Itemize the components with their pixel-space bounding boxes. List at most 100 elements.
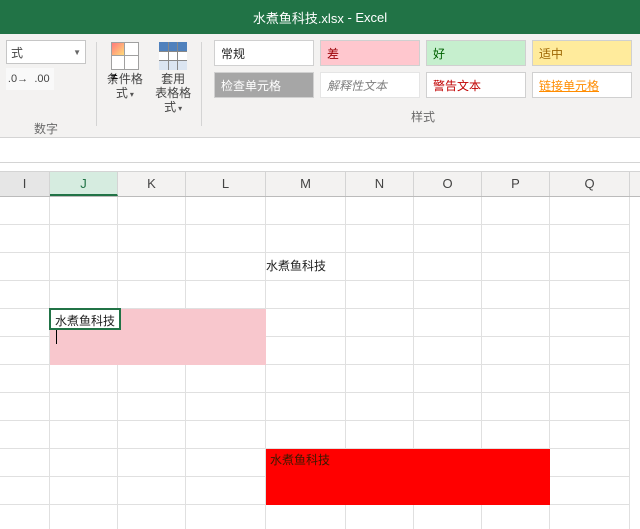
cell[interactable] <box>550 309 630 337</box>
cell[interactable] <box>482 393 550 421</box>
cell[interactable] <box>482 421 550 449</box>
formula-bar[interactable] <box>0 138 640 163</box>
cell[interactable] <box>482 253 550 281</box>
cell[interactable] <box>414 197 482 225</box>
cell[interactable] <box>118 281 186 309</box>
cell[interactable] <box>414 393 482 421</box>
cell[interactable] <box>346 197 414 225</box>
cell[interactable] <box>414 309 482 337</box>
number-format-combo[interactable]: 式 ▼ <box>6 40 86 64</box>
cell[interactable] <box>550 281 630 309</box>
cell[interactable] <box>50 421 118 449</box>
cell[interactable] <box>266 393 346 421</box>
cell[interactable] <box>0 421 50 449</box>
style-explanatory[interactable]: 解释性文本 <box>320 72 420 98</box>
cell[interactable] <box>482 281 550 309</box>
cell[interactable] <box>414 281 482 309</box>
cell[interactable] <box>118 477 186 505</box>
cell[interactable] <box>118 225 186 253</box>
style-warning[interactable]: 警告文本 <box>426 72 526 98</box>
cell[interactable] <box>0 477 50 505</box>
col-header-N[interactable]: N <box>346 172 414 196</box>
cell[interactable] <box>346 505 414 529</box>
cell[interactable] <box>0 337 50 365</box>
cell[interactable] <box>186 225 266 253</box>
cell[interactable] <box>186 197 266 225</box>
cell[interactable] <box>346 225 414 253</box>
style-neutral[interactable]: 适中 <box>532 40 632 66</box>
cell[interactable] <box>118 253 186 281</box>
cell[interactable] <box>550 449 630 477</box>
cell[interactable] <box>414 253 482 281</box>
cell[interactable] <box>0 281 50 309</box>
col-header-M[interactable]: M <box>266 172 346 196</box>
cell[interactable] <box>50 197 118 225</box>
cell[interactable] <box>0 225 50 253</box>
col-header-P[interactable]: P <box>482 172 550 196</box>
col-header-L[interactable]: L <box>186 172 266 196</box>
cell[interactable] <box>482 225 550 253</box>
cell[interactable] <box>50 477 118 505</box>
cell[interactable] <box>346 281 414 309</box>
cell[interactable] <box>0 253 50 281</box>
cell[interactable] <box>186 505 266 529</box>
style-normal[interactable]: 常规 <box>214 40 314 66</box>
cell[interactable] <box>550 477 630 505</box>
col-header-I[interactable]: I <box>0 172 50 196</box>
cell[interactable] <box>118 505 186 529</box>
cell[interactable] <box>0 365 50 393</box>
cell[interactable] <box>346 253 414 281</box>
cell[interactable] <box>550 393 630 421</box>
col-header-Q[interactable]: Q <box>550 172 630 196</box>
cell[interactable] <box>186 365 266 393</box>
style-good[interactable]: 好 <box>426 40 526 66</box>
cell[interactable] <box>50 393 118 421</box>
cell[interactable] <box>50 281 118 309</box>
cell[interactable] <box>266 337 346 365</box>
cell[interactable] <box>346 309 414 337</box>
cell[interactable] <box>186 253 266 281</box>
cell[interactable] <box>266 309 346 337</box>
cell[interactable] <box>346 421 414 449</box>
format-as-table-button[interactable]: 套用 表格格式▾ <box>149 40 197 118</box>
style-bad[interactable]: 差 <box>320 40 420 66</box>
cell[interactable] <box>118 393 186 421</box>
cell[interactable] <box>550 253 630 281</box>
cell[interactable] <box>266 421 346 449</box>
cell[interactable] <box>414 225 482 253</box>
cell[interactable] <box>50 505 118 529</box>
cell[interactable] <box>186 477 266 505</box>
cell[interactable] <box>346 393 414 421</box>
cell[interactable] <box>0 449 50 477</box>
cell[interactable] <box>186 421 266 449</box>
cell[interactable] <box>550 505 630 529</box>
cell[interactable] <box>550 225 630 253</box>
cell[interactable] <box>50 253 118 281</box>
style-check-cell[interactable]: 检查单元格 <box>214 72 314 98</box>
cell[interactable] <box>266 281 346 309</box>
cell[interactable] <box>482 197 550 225</box>
cell[interactable] <box>550 365 630 393</box>
cell[interactable] <box>266 225 346 253</box>
cell[interactable] <box>550 197 630 225</box>
col-header-O[interactable]: O <box>414 172 482 196</box>
cell[interactable] <box>414 337 482 365</box>
cell[interactable] <box>50 449 118 477</box>
cell[interactable] <box>186 281 266 309</box>
col-header-K[interactable]: K <box>118 172 186 196</box>
cell[interactable] <box>0 393 50 421</box>
cell[interactable] <box>414 505 482 529</box>
style-linked-cell[interactable]: 链接单元格 <box>532 72 632 98</box>
cell[interactable] <box>550 421 630 449</box>
merged-cell-red[interactable]: 水煮鱼科技 <box>266 449 550 505</box>
cell[interactable] <box>482 365 550 393</box>
col-header-J[interactable]: J <box>50 172 118 196</box>
cell[interactable] <box>186 449 266 477</box>
cell[interactable] <box>50 365 118 393</box>
cell[interactable] <box>550 337 630 365</box>
cell[interactable] <box>118 197 186 225</box>
cell[interactable] <box>482 309 550 337</box>
cell[interactable] <box>414 365 482 393</box>
increase-decimal-button[interactable]: .0→ <box>6 68 30 90</box>
cell[interactable] <box>482 337 550 365</box>
